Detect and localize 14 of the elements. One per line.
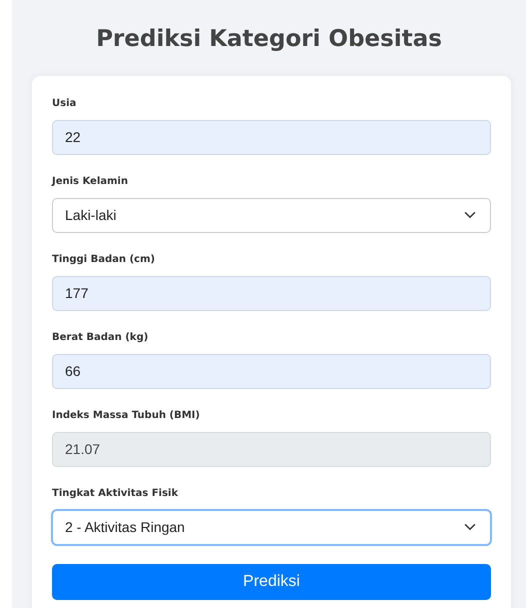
field-label: Usia (52, 96, 78, 111)
field-label: Tingkat Aktivitas Fisik (52, 486, 179, 501)
field-label: Tinggi Badan (cm) (52, 252, 156, 267)
field-label: Jenis Kelamin (52, 174, 129, 189)
input-field[interactable]: 21.07 (52, 432, 491, 467)
input-field[interactable]: 22 (52, 120, 491, 155)
select-field[interactable]: Laki-laki (52, 198, 491, 233)
input-field[interactable]: 66 (52, 354, 491, 389)
field-label: Berat Badan (kg) (52, 330, 150, 345)
page-title: Prediksi Kategori Obesitas (95, 26, 443, 54)
predict-button[interactable]: Prediksi (52, 564, 491, 600)
select-field[interactable]: 2 - Aktivitas Ringan (52, 510, 491, 545)
field-label: Indeks Massa Tubuh (BMI) (52, 408, 201, 423)
input-field[interactable]: 177 (52, 276, 491, 311)
